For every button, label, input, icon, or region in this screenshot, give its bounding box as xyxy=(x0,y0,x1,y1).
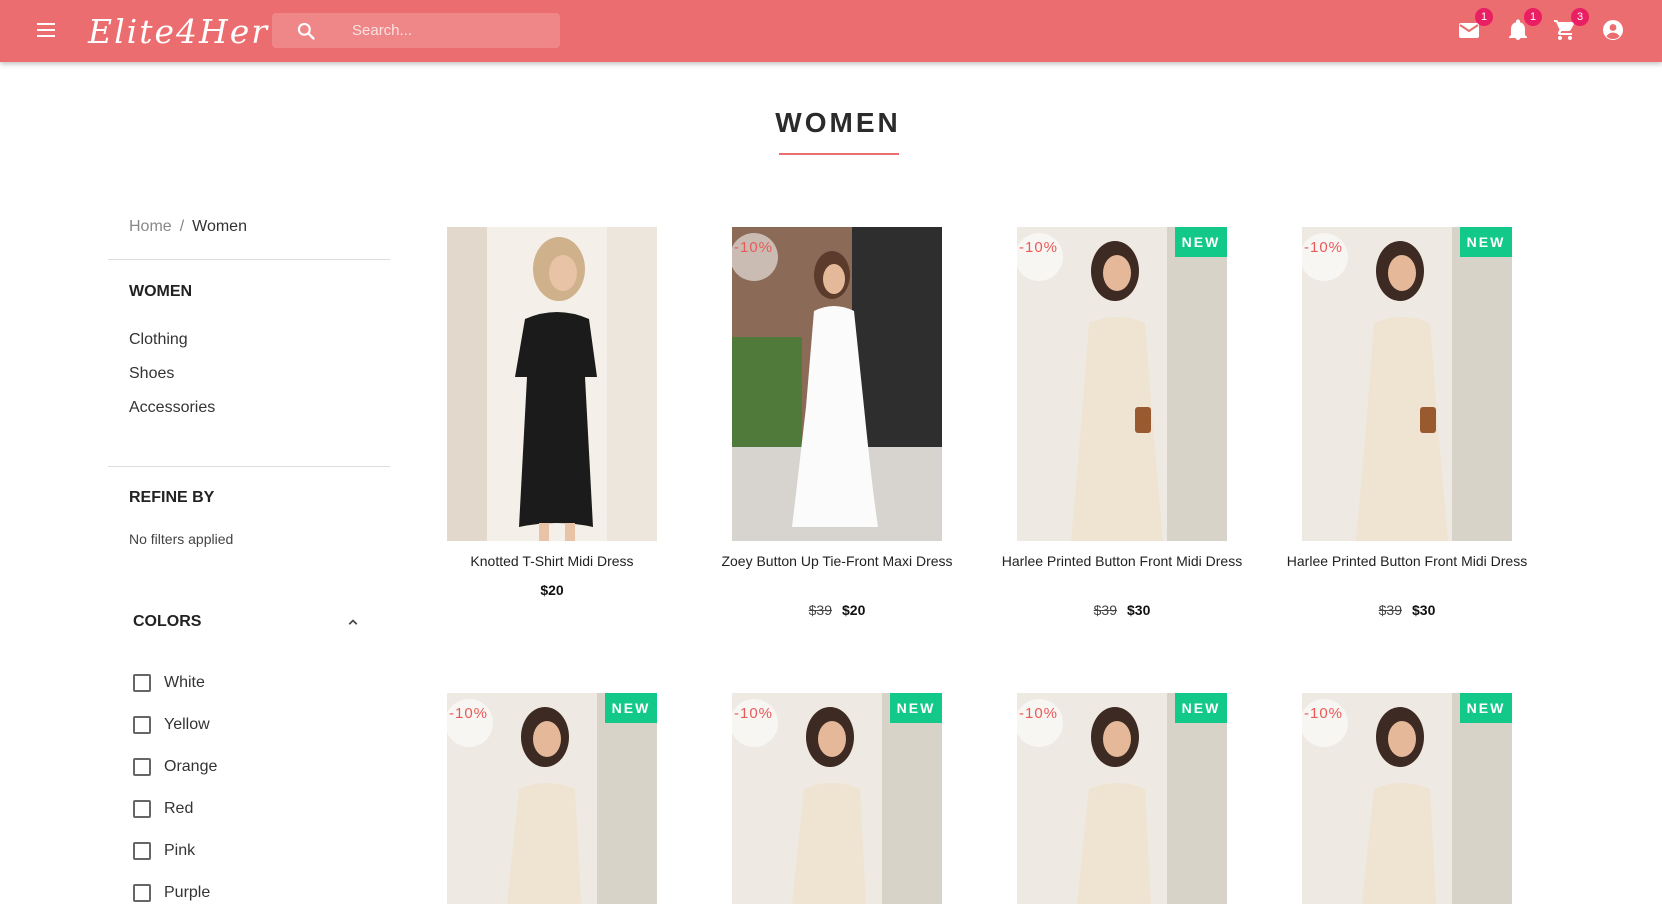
breadcrumb-separator: / xyxy=(179,218,185,235)
product-price: $20 xyxy=(447,582,657,598)
checkbox[interactable] xyxy=(133,800,151,818)
page-title: WOMEN xyxy=(775,107,901,138)
discount-badge: -10% xyxy=(732,233,778,281)
category-link-shoes[interactable]: Shoes xyxy=(129,365,174,383)
colors-heading[interactable]: COLORS xyxy=(133,613,201,631)
breadcrumb-home[interactable]: Home xyxy=(129,218,172,235)
current-price: $20 xyxy=(540,582,564,598)
color-label: White xyxy=(164,674,205,691)
discount-badge: -10% xyxy=(1017,699,1063,747)
mail-button[interactable]: 1 xyxy=(1457,8,1493,44)
original-price: $39 xyxy=(1093,602,1117,618)
checkbox[interactable] xyxy=(133,758,151,776)
new-badge: NEW xyxy=(1175,227,1227,257)
product-price: $39 $20 xyxy=(732,602,942,618)
product-image[interactable] xyxy=(447,227,657,541)
notifications-button[interactable]: 1 xyxy=(1506,8,1542,44)
brand-logo[interactable]: Elite4Her xyxy=(88,12,269,51)
new-badge: NEW xyxy=(605,693,657,723)
account-button[interactable] xyxy=(1601,18,1627,44)
product-image[interactable]: -10% NEW xyxy=(1017,227,1227,541)
original-price: $39 xyxy=(808,602,832,618)
color-option-red[interactable]: Red xyxy=(133,798,193,820)
product-image[interactable]: -10% NEW xyxy=(1302,693,1512,904)
product-name[interactable]: Zoey Button Up Tie-Front Maxi Dress xyxy=(712,551,962,571)
new-badge: NEW xyxy=(1460,227,1512,257)
divider xyxy=(108,466,390,467)
product-image[interactable]: -10% xyxy=(732,227,942,541)
top-app-bar: Elite4Her 1 1 3 xyxy=(0,0,1662,62)
search-input[interactable] xyxy=(352,13,552,48)
color-option-purple[interactable]: Purple xyxy=(133,882,210,904)
discount-badge: -10% xyxy=(1302,699,1348,747)
product-price: $39 $30 xyxy=(1017,602,1227,618)
category-heading: WOMEN xyxy=(129,283,193,300)
menu-icon[interactable] xyxy=(34,19,58,43)
cart-button[interactable]: 3 xyxy=(1553,8,1589,44)
search-box xyxy=(272,13,560,48)
mail-count-badge: 1 xyxy=(1475,8,1493,26)
new-badge: NEW xyxy=(890,693,942,723)
refine-heading: REFINE BY xyxy=(129,489,215,506)
original-price: $39 xyxy=(1378,602,1402,618)
divider xyxy=(108,259,390,260)
discount-badge: -10% xyxy=(732,699,778,747)
checkbox[interactable] xyxy=(133,884,151,902)
current-price: $30 xyxy=(1412,602,1436,618)
color-label: Yellow xyxy=(164,716,210,733)
discount-badge: -10% xyxy=(1302,233,1348,281)
notifications-count-badge: 1 xyxy=(1524,8,1542,26)
discount-badge: -10% xyxy=(447,699,493,747)
new-badge: NEW xyxy=(1175,693,1227,723)
product-name[interactable]: Harlee Printed Button Front Midi Dress xyxy=(1282,551,1532,571)
color-label: Red xyxy=(164,800,194,817)
category-link-accessories[interactable]: Accessories xyxy=(129,399,215,417)
checkbox[interactable] xyxy=(133,716,151,734)
product-image[interactable]: -10% NEW xyxy=(732,693,942,904)
no-filters-text: No filters applied xyxy=(129,531,234,547)
color-option-pink[interactable]: Pink xyxy=(133,840,195,862)
product-image[interactable]: -10% NEW xyxy=(1017,693,1227,904)
color-label: Purple xyxy=(164,884,211,901)
discount-badge: -10% xyxy=(1017,233,1063,281)
product-image[interactable]: -10% NEW xyxy=(447,693,657,904)
chevron-up-icon[interactable] xyxy=(344,613,362,631)
color-label: Pink xyxy=(164,842,196,859)
product-image[interactable]: -10% NEW xyxy=(1302,227,1512,541)
color-option-yellow[interactable]: Yellow xyxy=(133,714,210,736)
product-price: $39 $30 xyxy=(1302,602,1512,618)
current-price: $20 xyxy=(842,602,866,618)
search-icon[interactable] xyxy=(296,21,316,41)
color-option-white[interactable]: White xyxy=(133,672,205,694)
category-link-clothing[interactable]: Clothing xyxy=(129,331,188,349)
account-circle-icon xyxy=(1603,20,1623,40)
cart-count-badge: 3 xyxy=(1571,8,1589,26)
current-price: $30 xyxy=(1127,602,1151,618)
color-option-orange[interactable]: Orange xyxy=(133,756,217,778)
breadcrumb-current: Women xyxy=(192,218,247,235)
title-underline xyxy=(779,153,899,155)
product-name[interactable]: Harlee Printed Button Front Midi Dress xyxy=(997,551,1247,571)
checkbox[interactable] xyxy=(133,842,151,860)
checkbox[interactable] xyxy=(133,674,151,692)
product-name[interactable]: Knotted T-Shirt Midi Dress xyxy=(427,551,677,571)
breadcrumb: Home / Women xyxy=(129,218,247,236)
new-badge: NEW xyxy=(1460,693,1512,723)
color-label: Orange xyxy=(164,758,218,775)
